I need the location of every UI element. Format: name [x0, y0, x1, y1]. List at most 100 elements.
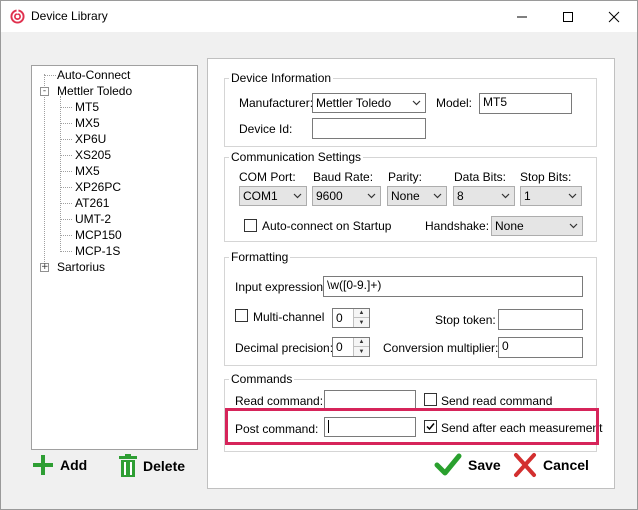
- tree-connector: [60, 123, 72, 124]
- cancel-button[interactable]: Cancel: [513, 452, 589, 478]
- stop-token-label: Stop token:: [435, 313, 496, 327]
- cancel-button-label: Cancel: [543, 457, 589, 473]
- stop-bits-value: 1: [524, 189, 531, 203]
- manufacturer-dropdown[interactable]: Mettler Toledo: [312, 93, 426, 113]
- handshake-value: None: [495, 219, 524, 233]
- chevron-down-icon: [569, 223, 578, 229]
- auto-connect-label: Auto-connect on Startup: [262, 219, 392, 233]
- multi-channel-value: 0: [336, 311, 343, 325]
- chevron-down-icon: [568, 193, 577, 199]
- app-logo-icon: [10, 9, 25, 24]
- data-bits-value: 8: [457, 189, 464, 203]
- save-button[interactable]: Save: [434, 452, 501, 478]
- minimize-button[interactable]: [499, 1, 545, 32]
- send-read-command-label: Send read command: [441, 394, 553, 408]
- stop-bits-dropdown[interactable]: 1: [520, 186, 582, 206]
- tree-connector: [60, 171, 72, 172]
- plus-icon: [33, 455, 53, 475]
- communication-settings-legend: Communication Settings: [231, 150, 362, 164]
- stepper-arrows[interactable]: ▲ ▼: [353, 338, 369, 356]
- collapse-icon[interactable]: -: [40, 87, 49, 96]
- add-button-label: Add: [60, 457, 88, 473]
- save-button-label: Save: [468, 457, 501, 473]
- data-bits-label: Data Bits:: [454, 170, 507, 184]
- chevron-down-icon: [412, 100, 421, 106]
- com-port-value: COM1: [243, 189, 278, 203]
- tree-connector: [60, 107, 72, 108]
- arrow-down-icon[interactable]: ▼: [354, 318, 369, 327]
- tree-node-sartorius[interactable]: Sartorius: [57, 260, 105, 274]
- tree-node-model[interactable]: MCP150: [75, 228, 122, 242]
- minimize-icon: [517, 16, 527, 17]
- arrow-up-icon[interactable]: ▲: [354, 338, 369, 347]
- com-port-dropdown[interactable]: COM1: [239, 186, 307, 206]
- manufacturer-label: Manufacturer:: [239, 96, 314, 110]
- device-tree[interactable]: Auto-Connect - Mettler Toledo MT5 MX5 XP…: [31, 65, 198, 450]
- tree-node-model[interactable]: XS205: [75, 148, 111, 162]
- conversion-multiplier-label: Conversion multiplier:: [383, 341, 499, 355]
- delete-button[interactable]: Delete: [118, 454, 185, 478]
- maximize-button[interactable]: [545, 1, 591, 32]
- tree-connector: [60, 187, 72, 188]
- tree-node-model[interactable]: UMT-2: [75, 212, 111, 226]
- input-expression-input[interactable]: \w([0-9.]+): [323, 276, 583, 297]
- tree-connector: [60, 219, 72, 220]
- arrow-up-icon[interactable]: ▲: [354, 309, 369, 318]
- tree-node-model[interactable]: AT261: [75, 196, 109, 210]
- tree-connector: [60, 96, 61, 252]
- multi-channel-label: Multi-channel: [253, 310, 325, 324]
- decimal-precision-stepper[interactable]: 0 ▲ ▼: [332, 337, 370, 357]
- decimal-precision-value: 0: [336, 340, 343, 354]
- baud-rate-dropdown[interactable]: 9600: [312, 186, 381, 206]
- device-information-legend: Device Information: [231, 71, 332, 85]
- data-bits-dropdown[interactable]: 8: [453, 186, 515, 206]
- device-id-input[interactable]: [312, 118, 426, 139]
- stepper-arrows[interactable]: ▲ ▼: [353, 309, 369, 327]
- close-button[interactable]: [591, 1, 637, 32]
- read-command-input[interactable]: [324, 390, 416, 410]
- tree-node-mettler-toledo[interactable]: Mettler Toledo: [57, 84, 132, 98]
- tree-connector: [60, 155, 72, 156]
- device-library-window: Device Library Auto-Connect - Mettler To…: [0, 0, 638, 510]
- stop-bits-label: Stop Bits:: [520, 170, 572, 184]
- chevron-down-icon: [501, 193, 510, 199]
- conversion-multiplier-input[interactable]: 0: [498, 337, 583, 358]
- chevron-down-icon: [367, 193, 376, 199]
- tree-node-model[interactable]: XP6U: [75, 132, 106, 146]
- parity-dropdown[interactable]: None: [387, 186, 447, 206]
- tree-node-auto-connect[interactable]: Auto-Connect: [57, 68, 130, 82]
- tree-connector: [44, 75, 56, 76]
- tree-node-model[interactable]: XP26PC: [75, 180, 121, 194]
- multi-channel-checkbox[interactable]: [235, 309, 248, 322]
- model-input[interactable]: MT5: [479, 93, 572, 114]
- add-button[interactable]: Add: [32, 454, 87, 476]
- model-label: Model:: [436, 96, 473, 110]
- delete-button-label: Delete: [143, 458, 186, 474]
- read-command-label: Read command:: [235, 394, 324, 408]
- baud-rate-value: 9600: [316, 189, 343, 203]
- chevron-down-icon: [433, 193, 442, 199]
- parity-value: None: [391, 189, 420, 203]
- stop-token-input[interactable]: [498, 309, 583, 330]
- x-icon: [514, 453, 536, 477]
- trash-icon: [119, 454, 137, 477]
- checkmark-icon: [434, 453, 462, 476]
- tree-node-model[interactable]: MX5: [75, 116, 100, 130]
- handshake-label: Handshake:: [425, 219, 490, 233]
- device-id-label: Device Id:: [239, 122, 293, 136]
- baud-rate-label: Baud Rate:: [313, 170, 374, 184]
- close-icon: [608, 11, 620, 22]
- post-command-highlight: [225, 408, 599, 445]
- tree-node-model[interactable]: MCP-1S: [75, 244, 120, 258]
- com-port-label: COM Port:: [239, 170, 296, 184]
- auto-connect-checkbox[interactable]: [244, 219, 257, 232]
- tree-node-model[interactable]: MX5: [75, 164, 100, 178]
- tree-connector: [44, 74, 45, 268]
- multi-channel-stepper[interactable]: 0 ▲ ▼: [332, 308, 370, 328]
- arrow-down-icon[interactable]: ▼: [354, 347, 369, 356]
- tree-connector: [60, 251, 72, 252]
- send-read-command-checkbox[interactable]: [424, 393, 437, 406]
- tree-node-model[interactable]: MT5: [75, 100, 99, 114]
- expand-icon[interactable]: +: [40, 263, 49, 272]
- handshake-dropdown[interactable]: None: [491, 216, 583, 236]
